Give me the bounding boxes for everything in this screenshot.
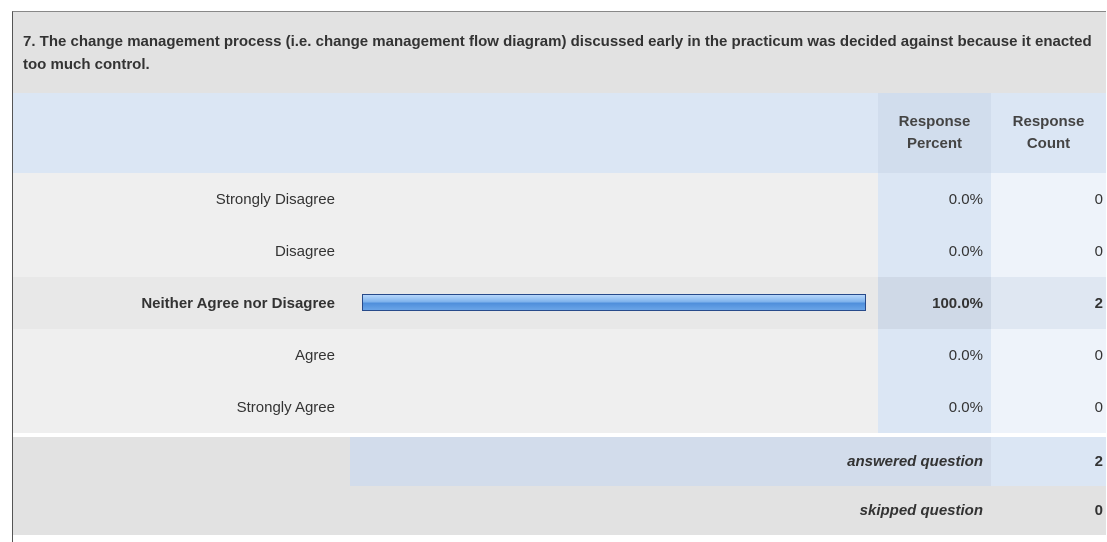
row-gap [335,329,350,381]
bar-cell [350,329,878,381]
response-percent: 0.0% [878,173,991,225]
table-row: Disagree 0.0% 0 [13,225,1106,277]
header-response-count: Response Count [1012,113,1085,152]
answer-option-label: Agree [13,329,335,381]
table-row: Agree 0.0% 0 [13,329,1106,381]
skipped-spacer [13,486,350,535]
response-percent: 0.0% [878,381,991,433]
response-count: 0 [991,173,1106,225]
bar-cell [350,225,878,277]
table-row: Neither Agree nor Disagree 100.0% 2 [13,277,1106,329]
answer-option-label: Disagree [13,225,335,277]
answered-question-label: answered question [350,437,991,486]
row-gap [335,225,350,277]
survey-question-panel: 7. The change management process (i.e. c… [12,11,1106,542]
response-count: 0 [991,381,1106,433]
bar-cell [350,381,878,433]
answer-option-label: Strongly Agree [13,381,335,433]
table-row: Strongly Disagree 0.0% 0 [13,173,1106,225]
response-count: 0 [991,225,1106,277]
skipped-question-value: 0 [991,486,1106,535]
response-percent: 0.0% [878,225,991,277]
response-count: 0 [991,329,1106,381]
header-response-percent: Response Percent [878,93,991,173]
response-percent: 0.0% [878,329,991,381]
table-row: Strongly Agree 0.0% 0 [13,381,1106,433]
answered-question-row: answered question 2 [13,437,1106,486]
response-bar [362,294,866,311]
question-text: 7. The change management process (i.e. c… [13,12,1106,93]
response-count: 2 [991,277,1106,329]
answered-question-value: 2 [991,437,1106,486]
answered-spacer [13,437,350,486]
skipped-question-row: skipped question 0 [13,486,1106,535]
row-gap [335,381,350,433]
answer-option-label: Strongly Disagree [13,173,335,225]
skipped-question-label: skipped question [350,486,991,535]
row-gap [335,277,350,329]
row-gap [335,173,350,225]
response-percent: 100.0% [878,277,991,329]
bar-cell [350,173,878,225]
answer-option-label: Neither Agree nor Disagree [13,277,335,329]
bar-cell [350,277,878,329]
